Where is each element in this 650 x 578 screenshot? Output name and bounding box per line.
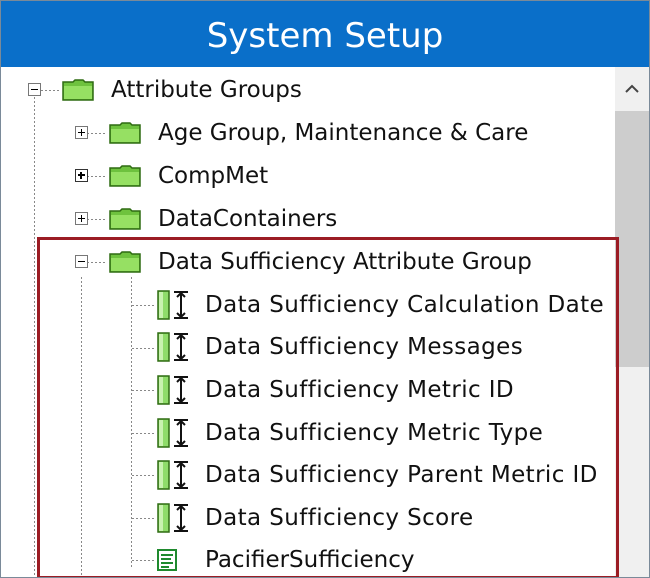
tree-node-label: Data Sufficiency Metric ID <box>205 377 515 403</box>
system-setup-window: System Setup Attribute Groups Age Group,… <box>0 0 650 578</box>
window-title: System Setup <box>1 1 649 67</box>
attribute-icon <box>157 290 188 320</box>
tree-node-group[interactable]: Age Group, Maintenance & Care <box>1 116 601 150</box>
attribute-icon <box>157 375 188 405</box>
tree-node-label: Attribute Groups <box>111 77 302 103</box>
vertical-scrollbar[interactable] <box>615 67 649 577</box>
attribute-icon <box>157 503 188 533</box>
folder-icon <box>109 122 141 144</box>
tree-node-table[interactable]: PacifierSufficiency <box>1 543 611 577</box>
table-icon <box>157 549 177 571</box>
tree-node-label: CompMet <box>158 163 269 189</box>
scroll-thumb[interactable] <box>615 111 649 367</box>
attribute-icon <box>157 418 188 448</box>
tree-node-label: Data Sufficiency Score <box>205 505 474 531</box>
expand-toggle-icon[interactable] <box>75 126 88 139</box>
folder-icon <box>109 208 141 230</box>
attribute-icon <box>157 332 188 362</box>
tree-node-attribute[interactable]: Data Sufficiency Messages <box>1 330 611 364</box>
tree-node-attribute-groups[interactable]: Attribute Groups <box>1 73 601 107</box>
tree-node-group[interactable]: CompMet <box>1 159 601 193</box>
tree-node-attribute[interactable]: Data Sufficiency Metric Type <box>1 416 611 450</box>
attribute-icon <box>157 460 188 490</box>
expand-toggle-icon[interactable] <box>75 212 88 225</box>
tree-node-attribute[interactable]: Data Sufficiency Score <box>1 501 611 535</box>
tree-node-label: Data Sufficiency Calculation Date <box>205 292 605 318</box>
folder-icon <box>62 79 94 101</box>
tree-node-attribute[interactable]: Data Sufficiency Parent Metric ID <box>1 458 611 492</box>
tree-node-label: PacifierSufficiency <box>205 547 415 573</box>
scroll-up-button[interactable] <box>615 67 649 111</box>
chevron-up-icon <box>625 84 639 93</box>
attribute-tree: Attribute Groups Age Group, Maintenance … <box>1 67 615 577</box>
tree-node-data-sufficiency-group[interactable]: Data Sufficiency Attribute Group <box>1 245 601 279</box>
tree-node-label: Data Sufficiency Metric Type <box>205 420 544 446</box>
collapse-toggle-icon[interactable] <box>75 255 88 268</box>
tree-node-group[interactable]: DataContainers <box>1 202 601 236</box>
tree-node-label: Data Sufficiency Attribute Group <box>158 249 532 275</box>
tree-node-attribute[interactable]: Data Sufficiency Metric ID <box>1 373 611 407</box>
collapse-toggle-icon[interactable] <box>28 83 41 96</box>
tree-node-label: DataContainers <box>158 206 338 232</box>
tree-node-attribute[interactable]: Data Sufficiency Calculation Date <box>1 288 611 322</box>
folder-icon <box>109 251 141 273</box>
tree-node-label: Data Sufficiency Parent Metric ID <box>205 462 598 488</box>
expand-toggle-icon[interactable] <box>75 169 88 182</box>
tree-node-label: Data Sufficiency Messages <box>205 334 524 360</box>
tree-node-label: Age Group, Maintenance & Care <box>158 120 529 146</box>
folder-icon <box>109 165 141 187</box>
